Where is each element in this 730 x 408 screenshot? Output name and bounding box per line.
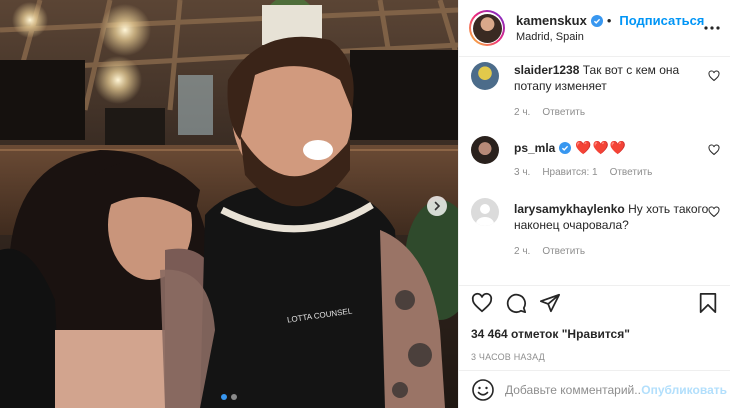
verified-badge-icon [590,14,603,27]
comment-bubble-icon [506,293,527,314]
comment-time[interactable]: 2 ч. [514,107,530,118]
comment-like-heart-icon[interactable] [708,206,720,218]
paper-plane-icon [539,293,561,313]
post-photo[interactable]: LOTTA COUNSEL [0,0,458,408]
comment-item: ps_mla ❤️❤️❤️ 3 ч. Нравится: 1 Ответить [471,136,724,178]
save-button[interactable] [695,290,721,316]
comments-list: slaider1238 Так вот с кем она потапу изм… [459,57,730,275]
instagram-post: LOTTA COUNSEL kamenskux • Подписаться Ma… [0,0,730,408]
heart-icon [471,292,493,313]
comment-text: ❤️❤️❤️ [575,140,627,155]
carousel-dot [231,394,237,400]
default-avatar-icon [476,204,494,226]
comment-time[interactable]: 3 ч. [514,167,530,178]
like-button[interactable] [469,290,495,316]
verified-badge-icon [559,142,572,154]
emoji-icon[interactable] [471,378,495,402]
action-bar [469,289,721,317]
comment-username[interactable]: larysamykhaylenko [514,202,625,216]
post-actions: 34 464 отметок "Нравится" 3 ЧАСОВ НАЗАД [459,285,730,362]
author-username[interactable]: kamenskux [516,13,587,28]
more-options-icon [704,26,721,30]
header-separator-dot: • [606,13,612,28]
comment-reply-button[interactable]: Ответить [542,246,585,257]
post-side-panel: kamenskux • Подписаться Madrid, Spain sl… [458,0,730,408]
comment-button[interactable] [503,290,529,316]
photo-scene: LOTTA COUNSEL [0,0,458,408]
post-header: kamenskux • Подписаться Madrid, Spain [459,0,730,57]
comment-item: larysamykhaylenko Ну хоть такого наконец… [471,198,724,257]
author-avatar[interactable] [469,10,505,46]
comment-like-heart-icon[interactable] [708,144,720,156]
comment-username[interactable]: ps_mla [514,140,555,156]
comment-time[interactable]: 2 ч. [514,246,530,257]
chevron-right-icon [434,201,441,211]
commenter-avatar[interactable] [471,62,499,90]
comment-input[interactable] [505,382,642,397]
comment-username[interactable]: slaider1238 [514,63,579,77]
commenter-avatar[interactable] [471,136,499,164]
add-comment-bar: Опубликовать [459,370,730,408]
profile-avatar [472,13,502,43]
comment-like-heart-icon[interactable] [708,70,720,82]
comment-likes-count[interactable]: Нравится: 1 [542,167,597,178]
share-button[interactable] [537,290,563,316]
follow-button[interactable]: Подписаться [619,13,704,28]
comment-reply-button[interactable]: Ответить [610,167,653,178]
commenter-avatar[interactable] [471,198,499,226]
bookmark-icon [699,292,717,314]
more-options-button[interactable] [704,16,721,40]
carousel-dots [0,394,458,400]
likes-count[interactable]: 34 464 отметок "Нравится" [471,327,721,341]
post-location[interactable]: Madrid, Spain [516,31,704,43]
carousel-next-button[interactable] [427,196,447,216]
comment-item: slaider1238 Так вот с кем она потапу изм… [471,62,724,118]
carousel-dot-active [221,394,227,400]
post-timestamp[interactable]: 3 ЧАСОВ НАЗАД [471,352,721,362]
publish-button[interactable]: Опубликовать [641,383,727,397]
comment-reply-button[interactable]: Ответить [542,107,585,118]
